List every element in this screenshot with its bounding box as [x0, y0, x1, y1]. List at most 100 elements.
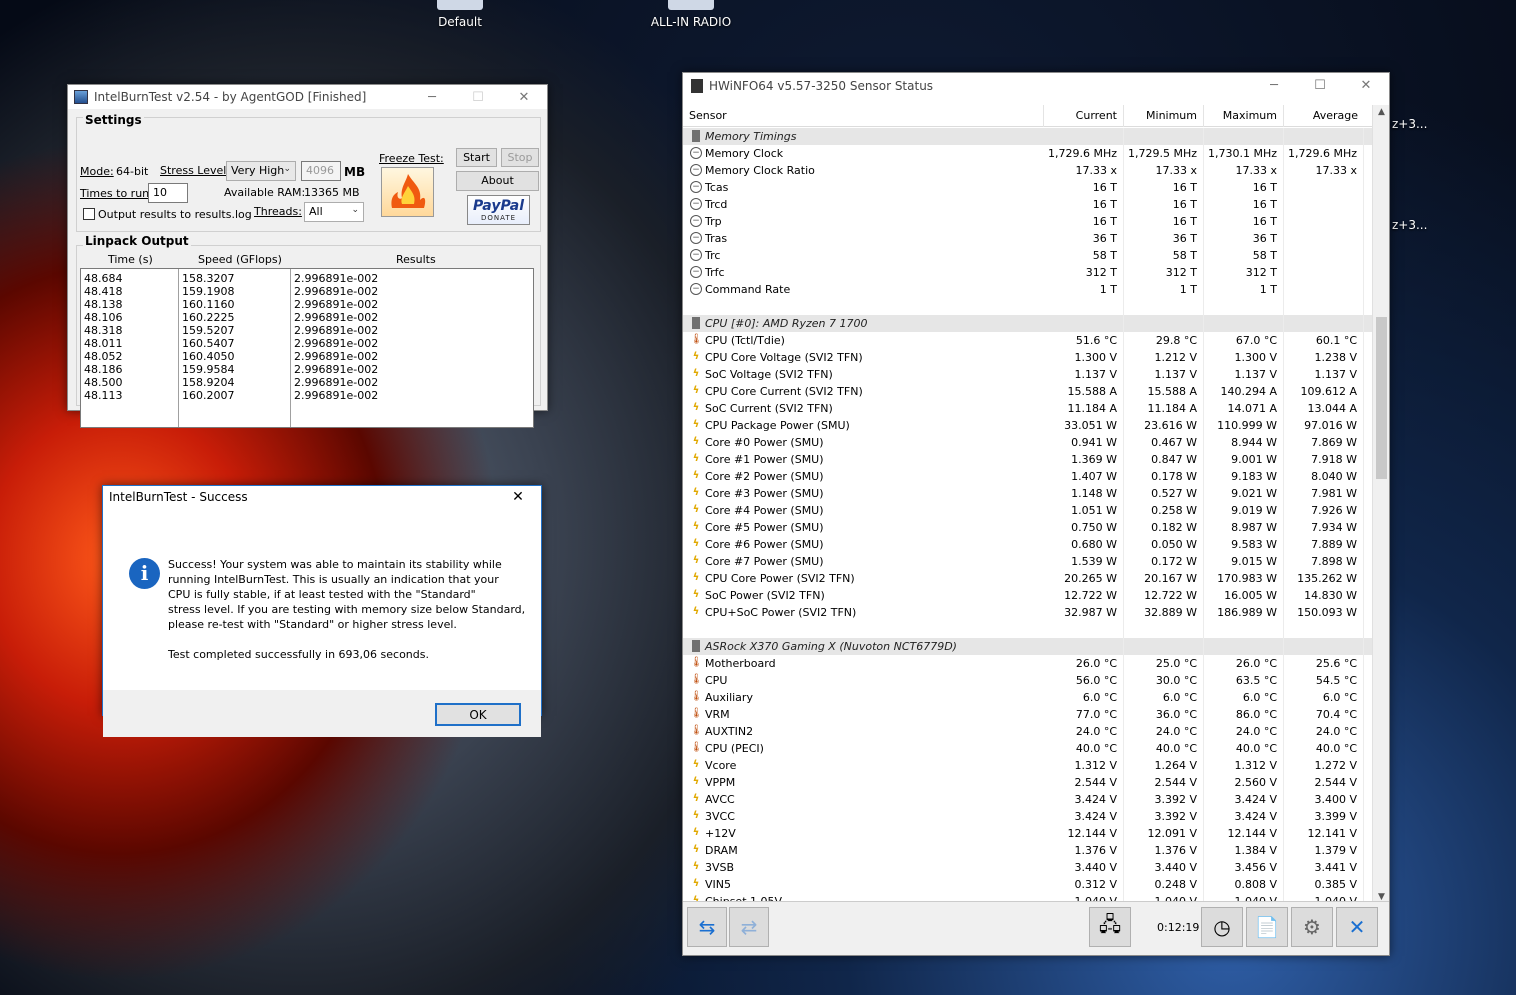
sensor-row[interactable]: − Tcas 16 T 16 T 16 T [683, 179, 1372, 196]
minimum-value: 16 T [1124, 213, 1204, 230]
sensor-row[interactable]: ϟ CPU Core Voltage (SVI2 TFN) 1.300 V 1.212… [683, 349, 1372, 366]
close-button[interactable]: ✕ [1343, 73, 1389, 97]
maximize-button[interactable]: ☐ [1297, 73, 1343, 97]
sensor-row[interactable]: ϟ Core #7 Power (SMU) 1.539 W 0.172 W 9.015 … [683, 553, 1372, 570]
start-button[interactable]: Start [456, 148, 497, 167]
sensor-row[interactable]: ϟ Core #4 Power (SMU) 1.051 W 0.258 W 9.019 … [683, 502, 1372, 519]
thermometer-icon: 🌡 [690, 725, 703, 736]
scroll-up-icon[interactable]: ▲ [1373, 107, 1390, 117]
vertical-scrollbar[interactable]: ▲ ▼ [1372, 105, 1389, 904]
sensor-row[interactable]: 🌡 Motherboard 26.0 °C 25.0 °C 26.0 °C 25.6 °C [683, 655, 1372, 672]
sensor-row[interactable]: 🌡 Auxiliary 6.0 °C 6.0 °C 6.0 °C 6.0 °C [683, 689, 1372, 706]
close-button[interactable]: ✕ [501, 85, 547, 109]
sensor-row[interactable]: ϟ Core #6 Power (SMU) 0.680 W 0.050 W 9.583 … [683, 536, 1372, 553]
sensor-row[interactable]: ϟ CPU Package Power (SMU) 33.051 W 23.616 W… [683, 417, 1372, 434]
clock-icon[interactable]: ◷ [1201, 907, 1243, 947]
settings-gear-icon[interactable]: ⚙ [1291, 907, 1333, 947]
about-button[interactable]: About [456, 171, 539, 191]
memory-size-input[interactable]: 4096 [301, 161, 341, 181]
minimize-button[interactable]: ─ [409, 85, 455, 109]
col-header-sensor[interactable]: Sensor [683, 105, 1044, 127]
minimize-button[interactable]: ─ [1251, 73, 1297, 97]
sensor-name: Trc [705, 249, 721, 262]
nav-arrows-icon[interactable]: ⇆ [687, 907, 727, 947]
sensor-row[interactable]: − Trc 58 T 58 T 58 T [683, 247, 1372, 264]
desktop-icon-label[interactable]: z+3... [1392, 117, 1427, 131]
sensor-row[interactable]: − Command Rate 1 T1 T1 T [683, 281, 1372, 298]
elapsed-timer: 0:12:19 [1157, 921, 1200, 934]
dialog-close-button[interactable]: ✕ [495, 486, 541, 508]
sensor-row[interactable]: ϟ VIN5 0.312 V 0.248 V 0.808 V 0.385 V [683, 876, 1372, 893]
sensor-row[interactable]: ϟ Core #5 Power (SMU) 0.750 W 0.182 W 8.987 … [683, 519, 1372, 536]
sensor-row[interactable]: ϟ SoC Power (SVI2 TFN) 12.722 W 12.722 W 16.… [683, 587, 1372, 604]
sensor-row[interactable]: 🌡 CPU (Tctl/Tdie) 51.6 °C 29.8 °C 67.0 °C 60.… [683, 332, 1372, 349]
sensor-row[interactable]: ϟ SoC Current (SVI2 TFN) 11.184 A 11.184 A1… [683, 400, 1372, 417]
col-header-minimum[interactable]: Minimum [1124, 105, 1204, 127]
sensor-table-body[interactable]: Memory Timings − Memory Clock 1,729.6 MHz 1,… [683, 128, 1372, 904]
sensor-row[interactable]: 🌡 AUXTIN2 24.0 °C 24.0 °C 24.0 °C 24.0 °C [683, 723, 1372, 740]
sensor-row[interactable]: ϟ CPU Core Power (SVI2 TFN) 20.265 W 20.167… [683, 570, 1372, 587]
col-header-average[interactable]: Average [1284, 105, 1364, 127]
sensor-group-header[interactable]: Memory Timings [683, 128, 1372, 145]
sensor-row[interactable]: ϟ Core #1 Power (SMU) 1.369 W 0.847 W 9.001 … [683, 451, 1372, 468]
sensor-row[interactable]: 🌡 CPU 56.0 °C 30.0 °C 63.5 °C 54.5 °C [683, 672, 1372, 689]
dialog-title: IntelBurnTest - Success [109, 490, 248, 504]
linpack-cell: 48.052 [84, 350, 123, 363]
sensor-row[interactable]: 🌡 CPU (PECI) 40.0 °C 40.0 °C 40.0 °C 40.0 °C [683, 740, 1372, 757]
sensor-row[interactable]: − Memory Clock Ratio 17.33 x 17.33 x 17.33 x… [683, 162, 1372, 179]
sensor-row[interactable]: 🌡 VRM 77.0 °C 36.0 °C 86.0 °C 70.4 °C [683, 706, 1372, 723]
minimum-value: 312 T [1124, 264, 1204, 281]
current-value: 15.588 A [1044, 383, 1124, 400]
sensor-row[interactable]: ϟ CPU Core Current (SVI2 TFN) 15.588 A 15.5… [683, 383, 1372, 400]
col-header-maximum[interactable]: Maximum [1204, 105, 1284, 127]
desktop-icon-all-in-radio[interactable]: ALL-IN RADIO [641, 0, 741, 29]
sensor-row[interactable]: ϟ SoC Voltage (SVI2 TFN) 1.137 V 1.137 V 1.1… [683, 366, 1372, 383]
sensor-row[interactable]: − Memory Clock 1,729.6 MHz 1,729.5 MHz 1,730… [683, 145, 1372, 162]
ok-button[interactable]: OK [435, 703, 521, 726]
average-value: 7.889 W [1284, 536, 1364, 553]
desktop-icon-label[interactable]: z+3... [1392, 218, 1427, 232]
sensor-row[interactable]: ϟ DRAM 1.376 V 1.376 V 1.384 V 1.379 V [683, 842, 1372, 859]
times-to-run-input[interactable]: 10 [148, 183, 188, 203]
sensor-row[interactable]: − Tras 36 T 36 T 36 T [683, 230, 1372, 247]
threads-select[interactable]: All ⌄ [304, 202, 364, 222]
sensor-group-header[interactable]: CPU [#0]: AMD Ryzen 7 1700 [683, 315, 1372, 332]
sensor-row[interactable]: ϟ AVCC 3.424 V 3.392 V 3.424 V 3.400 V [683, 791, 1372, 808]
paypal-donate-button[interactable]: PayPal DONATE [467, 195, 530, 225]
sensor-row[interactable]: ϟ 3VSB 3.440 V 3.440 V 3.456 V 3.441 V [683, 859, 1372, 876]
maximize-button[interactable]: ☐ [455, 85, 501, 109]
maximum-value: 24.0 °C [1204, 723, 1284, 740]
desktop-icon-default[interactable]: Default [410, 0, 510, 29]
sensor-row[interactable]: ϟ CPU+SoC Power (SVI2 TFN) 32.987 W 32.889 … [683, 604, 1372, 621]
sensor-row[interactable]: ϟ 3VCC 3.424 V 3.392 V 3.424 V 3.399 V [683, 808, 1372, 825]
average-value: 54.5 °C [1284, 672, 1364, 689]
output-results-checkbox[interactable] [83, 208, 95, 220]
sensor-group-header[interactable]: ASRock X370 Gaming X (Nuvoton NCT6779D) [683, 638, 1372, 655]
stress-level-select[interactable]: Very High ⌄ [226, 161, 296, 181]
average-value: 109.612 A [1284, 383, 1364, 400]
linpack-output-table[interactable]: 48.684 48.418 48.138 48.106 48.318 48.011 48.0… [80, 268, 534, 428]
sensor-row[interactable]: − Trfc 312 T 312 T 312 T [683, 264, 1372, 281]
add-report-icon[interactable]: 📄 [1246, 907, 1288, 947]
collapse-arrows-icon[interactable]: ⇄ [729, 907, 769, 947]
sensor-name: Core #3 Power (SMU) [705, 487, 824, 500]
sensor-row[interactable]: − Trp 16 T 16 T 16 T [683, 213, 1372, 230]
freeze-test-button[interactable] [381, 167, 434, 217]
col-header-current[interactable]: Current [1044, 105, 1124, 127]
network-icon[interactable]: 🖧 [1089, 907, 1131, 947]
sensor-row[interactable]: ϟ Core #0 Power (SMU) 0.941 W 0.467 W 8.944 … [683, 434, 1372, 451]
minimum-value: 0.172 W [1124, 553, 1204, 570]
close-x-icon[interactable]: ✕ [1336, 907, 1378, 947]
maximum-value: 86.0 °C [1204, 706, 1284, 723]
stop-button[interactable]: Stop [501, 148, 539, 167]
sensor-row[interactable]: ϟ Vcore 1.312 V 1.264 V 1.312 V 1.272 V [683, 757, 1372, 774]
desktop-icon-label: ALL-IN RADIO [650, 15, 732, 29]
sensor-row[interactable]: ϟ +12V 12.144 V 12.091 V 12.144 V 12.141 V [683, 825, 1372, 842]
sensor-row[interactable]: − Trcd 16 T 16 T 16 T [683, 196, 1372, 213]
current-value: 40.0 °C [1044, 740, 1124, 757]
sensor-row[interactable]: ϟ VPPM 2.544 V 2.544 V 2.560 V 2.544 V [683, 774, 1372, 791]
sensor-row[interactable]: ϟ Core #2 Power (SMU) 1.407 W 0.178 W 9.183 … [683, 468, 1372, 485]
scrollbar-thumb[interactable] [1376, 317, 1387, 479]
sensor-row[interactable]: ϟ Core #3 Power (SMU) 1.148 W 0.527 W 9.021 … [683, 485, 1372, 502]
average-value [1284, 196, 1364, 213]
